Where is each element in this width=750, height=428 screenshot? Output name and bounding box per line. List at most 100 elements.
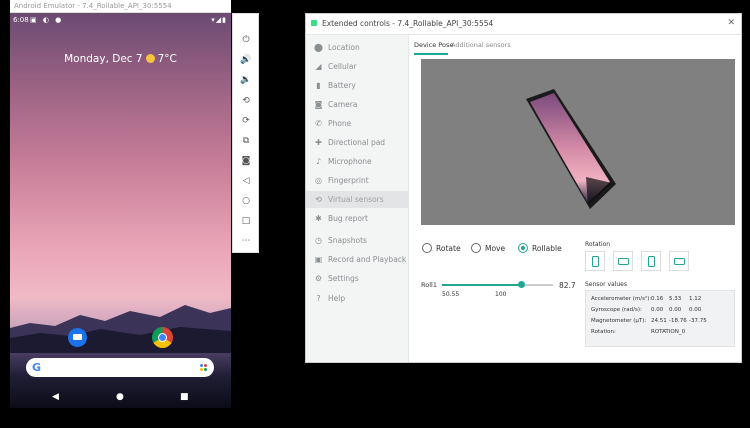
sidebar-item-bug-report[interactable]: ✱ Bug report <box>306 210 408 227</box>
notification-icons: ▣ ◐ ● <box>30 16 64 24</box>
rollable-radio[interactable] <box>518 243 528 253</box>
record-icon: ▣ <box>314 255 323 264</box>
roll-label: Roll1 <box>421 281 437 289</box>
nav-home-icon[interactable]: ● <box>116 392 124 402</box>
reverse-portrait-icon <box>648 256 655 267</box>
rotation-value: ROTATION_0 <box>651 329 686 335</box>
mag-z: -37.75 <box>689 318 707 324</box>
volume-up-icon[interactable]: 🔊 <box>239 53 253 67</box>
rotation-reverse-landscape-button[interactable] <box>669 251 689 271</box>
snapshots-icon: ◷ <box>315 236 322 245</box>
sidebar-item-fingerprint[interactable]: ◎ Fingerprint <box>306 172 408 189</box>
location-icon: ⬤ <box>314 43 323 52</box>
nav-back-icon[interactable]: ◀ <box>52 392 59 402</box>
emulator-toolbar: ⏻ 🔊 🔉 ⟲ ⟳ ⧉ ◙ ◁ ○ □ ⋯ <box>232 13 259 253</box>
sidebar-item-camera[interactable]: ◙ Camera <box>306 96 408 113</box>
gyro-z: 0.00 <box>689 307 702 313</box>
bug-icon: ✱ <box>315 214 322 223</box>
sidebar-item-record-playback[interactable]: ▣ Record and Playback <box>306 251 408 268</box>
extended-controls-window: Extended controls - 7.4_Rollable_API_30:… <box>305 13 742 363</box>
cellular-icon: ◢ <box>315 62 322 71</box>
extended-controls-titlebar[interactable]: Extended controls - 7.4_Rollable_API_30:… <box>306 14 741 35</box>
move-radio[interactable] <box>471 243 481 253</box>
rotation-landscape-button[interactable] <box>613 251 633 271</box>
extended-controls-title: Extended controls - 7.4_Rollable_API_30:… <box>322 19 494 28</box>
sidebar-item-location[interactable]: ⬤ Location <box>306 39 408 56</box>
roll-min: 50.55 <box>442 291 460 298</box>
messages-app-icon[interactable] <box>68 328 87 347</box>
sidebar-item-settings[interactable]: ⚙ Settings <box>306 270 408 287</box>
sidebar-item-cellular[interactable]: ◢ Cellular <box>306 58 408 75</box>
mode-rotate[interactable]: Rotate <box>422 243 461 253</box>
rotation-portrait-button[interactable] <box>585 251 605 271</box>
home-icon[interactable]: ○ <box>239 194 253 208</box>
sun-icon <box>145 54 155 63</box>
rotate-right-icon[interactable]: ⟳ <box>239 114 253 128</box>
accelerometer-label: Accelerometer (m/s²): <box>591 296 652 302</box>
rotation-reverse-portrait-button[interactable] <box>641 251 661 271</box>
accel-x: 0.16 <box>651 296 664 302</box>
microphone-icon: ♪ <box>315 157 322 166</box>
sidebar-item-directional-pad[interactable]: ✚ Directional pad <box>306 134 408 151</box>
gyro-y: 0.00 <box>669 307 682 313</box>
sidebar-item-virtual-sensors[interactable]: ⟲ Virtual sensors <box>306 191 408 208</box>
portrait-icon <box>592 256 599 267</box>
more-icon[interactable]: ⋯ <box>239 234 253 248</box>
sensor-values-panel: Accelerometer (m/s²): 0.16 5.33 1.12 Gyr… <box>585 290 735 347</box>
roll-slider[interactable] <box>442 281 553 288</box>
tab-device-pose[interactable]: Device Pose <box>414 41 453 49</box>
sidebar-item-phone[interactable]: ✆ Phone <box>306 115 408 132</box>
volume-down-icon[interactable]: 🔉 <box>239 73 253 87</box>
accel-z: 1.12 <box>689 296 702 302</box>
temperature-text: 7°C <box>157 53 177 65</box>
android-studio-icon <box>311 20 317 26</box>
extended-controls-sidebar: ⬤ Location ◢ Cellular ▮ Battery ◙ Camera ✆ Ph… <box>306 35 409 362</box>
rotated-device-model[interactable] <box>516 89 616 209</box>
device-pose-viewport[interactable] <box>421 59 735 225</box>
status-time: 6:08 <box>13 16 29 24</box>
gyroscope-label: Gyroscope (rad/s): <box>591 307 642 313</box>
landscape-icon <box>618 258 629 265</box>
back-icon[interactable]: ◁ <box>239 174 253 188</box>
assistant-mic-icon[interactable] <box>200 364 208 372</box>
sidebar-item-battery[interactable]: ▮ Battery <box>306 77 408 94</box>
wallpaper-mountains <box>10 305 231 353</box>
phone-icon: ✆ <box>315 119 322 128</box>
roll-value: 82.7 <box>559 281 576 290</box>
accel-y: 5.33 <box>669 296 682 302</box>
emulator-titlebar[interactable]: Android Emulator - 7.4_Rollable_API_30:5… <box>10 0 231 13</box>
mag-x: 24.51 <box>651 318 667 324</box>
device-screen[interactable]: 6:08 ▣ ◐ ● ▾◢▮ Monday, Dec 7 7°C G ◀ ● ■ <box>10 13 231 408</box>
mode-move[interactable]: Move <box>471 243 505 253</box>
google-search-bar[interactable]: G <box>26 358 214 377</box>
sidebar-item-snapshots[interactable]: ◷ Snapshots <box>306 232 408 249</box>
fold-icon[interactable]: ⧉ <box>239 134 253 148</box>
camera-icon[interactable]: ◙ <box>239 154 253 168</box>
chrome-app-icon[interactable] <box>152 327 173 348</box>
date-text: Monday, Dec 7 <box>64 53 143 65</box>
roll-slider-thumb[interactable] <box>518 281 526 288</box>
mode-rollable[interactable]: Rollable <box>518 243 562 253</box>
power-icon[interactable]: ⏻ <box>239 33 253 47</box>
rotate-radio[interactable] <box>422 243 432 253</box>
signal-battery-icon: ▾◢▮ <box>211 16 227 24</box>
close-icon[interactable]: ✕ <box>727 18 735 28</box>
date-weather-widget[interactable]: Monday, Dec 7 7°C <box>10 53 231 65</box>
nav-overview-icon[interactable]: ■ <box>180 392 189 402</box>
emulator-window: Android Emulator - 7.4_Rollable_API_30:5… <box>10 0 231 408</box>
fingerprint-icon: ◎ <box>315 176 322 185</box>
rotate-left-icon[interactable]: ⟲ <box>239 94 253 108</box>
active-tab-indicator <box>414 53 448 55</box>
overview-icon[interactable]: □ <box>239 214 253 228</box>
mag-y: -18.76 <box>669 318 687 324</box>
sidebar-item-microphone[interactable]: ♪ Microphone <box>306 153 408 170</box>
dpad-icon: ✚ <box>315 138 322 147</box>
sidebar-item-help[interactable]: ? Help <box>306 290 408 307</box>
navigation-bar: ◀ ● ■ <box>10 389 231 408</box>
gyro-x: 0.00 <box>651 307 664 313</box>
sensor-values-title: Sensor values <box>585 281 627 288</box>
rotation-label: Rotation <box>585 241 611 248</box>
google-icon: G <box>32 361 42 374</box>
roll-max: 100 <box>495 291 507 298</box>
tab-additional-sensors[interactable]: Additional sensors <box>451 41 511 49</box>
